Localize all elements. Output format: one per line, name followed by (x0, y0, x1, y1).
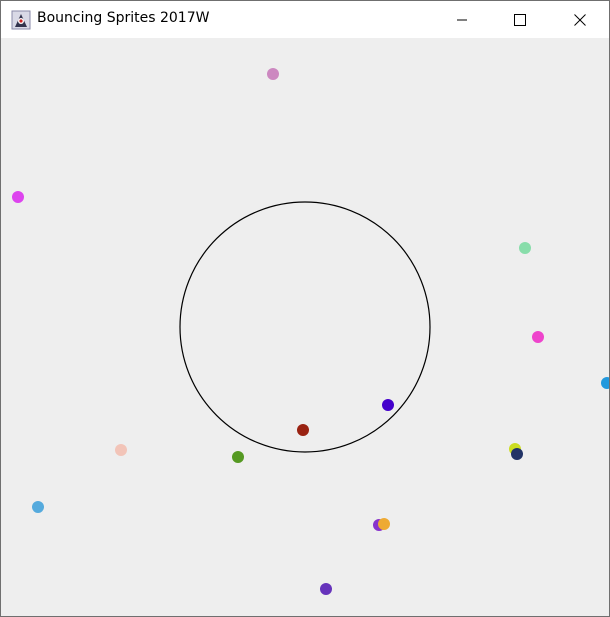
sprite-ball (320, 583, 332, 595)
sprite-ball (511, 448, 523, 460)
java-duke-icon (11, 10, 31, 30)
sprite-ball (532, 331, 544, 343)
title-bar[interactable]: Bouncing Sprites 2017W (1, 1, 609, 38)
sprite-canvas[interactable] (1, 38, 609, 616)
app-window: Bouncing Sprites 2017W (0, 0, 610, 617)
close-icon (574, 13, 586, 26)
sprite-ball (32, 501, 44, 513)
sprite-ball (601, 377, 609, 389)
minimize-icon (457, 19, 467, 20)
sprite-ball (12, 191, 24, 203)
sprite-ball (267, 68, 279, 80)
sprite-ball (297, 424, 309, 436)
boundary-circle (179, 201, 431, 453)
sprite-ball (519, 242, 531, 254)
canvas-drawing (12, 68, 609, 595)
sprite-ball (378, 518, 390, 530)
sprite-ball (115, 444, 127, 456)
minimize-button[interactable] (433, 1, 491, 38)
sprite-ball (232, 451, 244, 463)
window-title: Bouncing Sprites 2017W (37, 10, 210, 26)
maximize-icon (514, 13, 526, 26)
sprite-layer (12, 68, 609, 595)
maximize-button[interactable] (491, 1, 549, 38)
sprite-ball (382, 399, 394, 411)
close-button[interactable] (551, 1, 609, 38)
